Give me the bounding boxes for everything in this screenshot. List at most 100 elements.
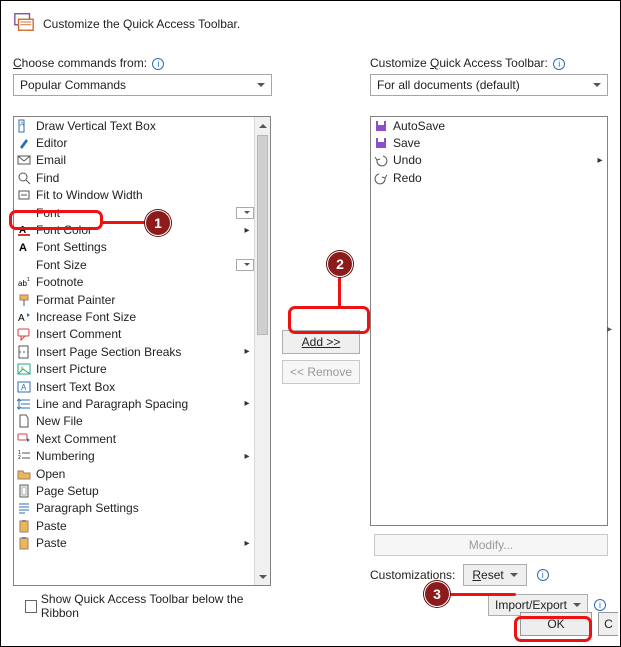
fit-to-window-width-icon bbox=[16, 188, 32, 202]
list-item-label: Insert Page Section Breaks bbox=[36, 345, 181, 359]
format-painter-icon bbox=[16, 293, 32, 307]
scroll-up-icon[interactable] bbox=[255, 117, 271, 133]
reset-button[interactable]: Reset bbox=[463, 564, 526, 586]
list-item-draw-vertical-text-box[interactable]: ADraw Vertical Text Box bbox=[14, 117, 254, 134]
remove-button[interactable]: << Remove bbox=[282, 360, 360, 384]
font-settings-icon: A bbox=[16, 240, 32, 254]
cancel-button-label: C bbox=[604, 617, 613, 631]
list-item-font-settings[interactable]: A Font Settings bbox=[14, 239, 254, 256]
list-item-label: Font Settings bbox=[36, 240, 107, 254]
list-item-paste-1[interactable]: Paste ▸ bbox=[14, 534, 254, 551]
list-item-label: Fit to Window Width bbox=[36, 188, 143, 202]
choose-commands-dropdown[interactable]: Popular Commands bbox=[13, 74, 272, 96]
list-item-label: Insert Comment bbox=[36, 327, 121, 341]
list-item-open[interactable]: Open bbox=[14, 465, 254, 482]
list-item-page-setup[interactable]: Page Setup bbox=[14, 482, 254, 499]
flyout-icon: ▸ bbox=[240, 538, 254, 549]
list-item-numbering[interactable]: 12Numbering▸ bbox=[14, 447, 254, 464]
editor-icon bbox=[16, 136, 32, 150]
list-item-autosave[interactable]: AutoSave bbox=[371, 117, 607, 134]
list-item-line-and-paragraph-spacing[interactable]: Line and Paragraph Spacing▸ bbox=[14, 395, 254, 412]
scrollbar[interactable] bbox=[254, 117, 270, 585]
list-item-undo[interactable]: Undo▸ bbox=[371, 152, 607, 169]
dropdown-indicator-icon bbox=[236, 259, 254, 271]
ok-button[interactable]: OK bbox=[520, 612, 592, 636]
choose-commands-value: Popular Commands bbox=[20, 78, 126, 92]
list-item-save[interactable]: Save bbox=[371, 134, 607, 151]
info-icon[interactable]: i bbox=[553, 58, 565, 70]
insert-picture-icon bbox=[16, 362, 32, 376]
draw-vertical-text-box-icon: A bbox=[16, 119, 32, 133]
paste-1-icon bbox=[16, 536, 32, 550]
list-item-paragraph-settings[interactable]: Paragraph Settings bbox=[14, 500, 254, 517]
next-comment-icon bbox=[16, 432, 32, 446]
list-item-format-painter[interactable]: Format Painter bbox=[14, 291, 254, 308]
svg-text:2: 2 bbox=[18, 455, 21, 461]
list-item-editor[interactable]: Editor bbox=[14, 134, 254, 151]
list-item-next-comment[interactable]: Next Comment bbox=[14, 430, 254, 447]
list-item-font[interactable]: Font bbox=[14, 204, 254, 221]
list-item-insert-picture[interactable]: Insert Picture bbox=[14, 360, 254, 377]
list-item-label: Open bbox=[36, 467, 65, 481]
list-item-redo[interactable]: Redo bbox=[371, 169, 607, 186]
redo-icon bbox=[373, 171, 389, 185]
list-item-footnote[interactable]: ab1Footnote bbox=[14, 274, 254, 291]
find-icon bbox=[16, 171, 32, 185]
list-item-insert-comment[interactable]: Insert Comment bbox=[14, 326, 254, 343]
annotation-line-1 bbox=[101, 221, 147, 224]
callout-1: 1 bbox=[145, 210, 171, 236]
list-item-paste[interactable]: Paste bbox=[14, 517, 254, 534]
customize-scope-value: For all documents (default) bbox=[377, 78, 520, 92]
customize-scope-dropdown[interactable]: For all documents (default) bbox=[370, 74, 608, 96]
list-item-insert-page-section-breaks[interactable]: Insert Page Section Breaks ▸ bbox=[14, 343, 254, 360]
modify-button[interactable]: Modify... bbox=[374, 534, 608, 556]
reset-button-label: Reset bbox=[472, 568, 503, 582]
list-item-insert-text-box[interactable]: A Insert Text Box bbox=[14, 378, 254, 395]
list-item-label: AutoSave bbox=[393, 119, 445, 133]
list-item-label: Find bbox=[36, 171, 59, 185]
line-and-paragraph-spacing-icon bbox=[16, 397, 32, 411]
list-item-label: Footnote bbox=[36, 275, 83, 289]
list-item-label: New File bbox=[36, 414, 83, 428]
list-item-fit-to-window-width[interactable]: Fit to Window Width bbox=[14, 187, 254, 204]
scroll-thumb[interactable] bbox=[257, 135, 268, 335]
info-icon[interactable]: i bbox=[152, 58, 164, 70]
info-icon[interactable]: i bbox=[537, 569, 549, 581]
increase-font-size-icon: A bbox=[16, 310, 32, 324]
show-below-ribbon-label: Show Quick Access Toolbar below the Ribb… bbox=[41, 592, 260, 620]
cancel-button-partial[interactable]: C bbox=[598, 612, 618, 636]
list-item-label: Font Size bbox=[36, 258, 87, 272]
list-item-label: Insert Picture bbox=[36, 362, 107, 376]
qat-listbox[interactable]: AutoSaveSaveUndo▸Redo bbox=[370, 116, 608, 526]
list-item-font-size[interactable]: Font Size bbox=[14, 256, 254, 273]
flyout-icon: ▸ bbox=[240, 398, 254, 409]
list-item-increase-font-size[interactable]: AIncrease Font Size bbox=[14, 308, 254, 325]
callout-3: 3 bbox=[424, 581, 450, 607]
list-item-label: Font Color bbox=[36, 223, 92, 237]
modify-button-label: Modify... bbox=[469, 538, 513, 552]
page-setup-icon bbox=[16, 484, 32, 498]
dialog-title: Customize the Quick Access Toolbar. bbox=[43, 17, 240, 31]
open-icon bbox=[16, 467, 32, 481]
list-item-new-file[interactable]: New File bbox=[14, 413, 254, 430]
list-item-label: Format Painter bbox=[36, 293, 115, 307]
flyout-icon: ▸ bbox=[240, 346, 254, 357]
choose-commands-label: Choose commands from: i bbox=[13, 56, 272, 70]
scroll-down-icon[interactable] bbox=[255, 569, 271, 585]
info-icon[interactable]: i bbox=[594, 599, 606, 611]
list-item-email[interactable]: Email bbox=[14, 152, 254, 169]
insert-text-box-icon: A bbox=[16, 380, 32, 394]
list-item-label: Insert Text Box bbox=[36, 380, 115, 394]
svg-text:A: A bbox=[18, 313, 25, 324]
list-item-label: Editor bbox=[36, 136, 67, 150]
paste-icon bbox=[16, 519, 32, 533]
svg-text:A: A bbox=[21, 383, 27, 392]
add-button[interactable]: Add >> bbox=[282, 330, 360, 354]
commands-listbox[interactable]: ADraw Vertical Text Box Editor Email Find Fi… bbox=[13, 116, 271, 586]
annotation-line-3 bbox=[450, 593, 516, 596]
list-item-label: Paste bbox=[36, 536, 67, 550]
show-below-ribbon-checkbox[interactable] bbox=[25, 600, 37, 613]
list-item-find[interactable]: Find bbox=[14, 169, 254, 186]
numbering-icon: 12 bbox=[16, 449, 32, 463]
list-item-label: Page Setup bbox=[36, 484, 99, 498]
